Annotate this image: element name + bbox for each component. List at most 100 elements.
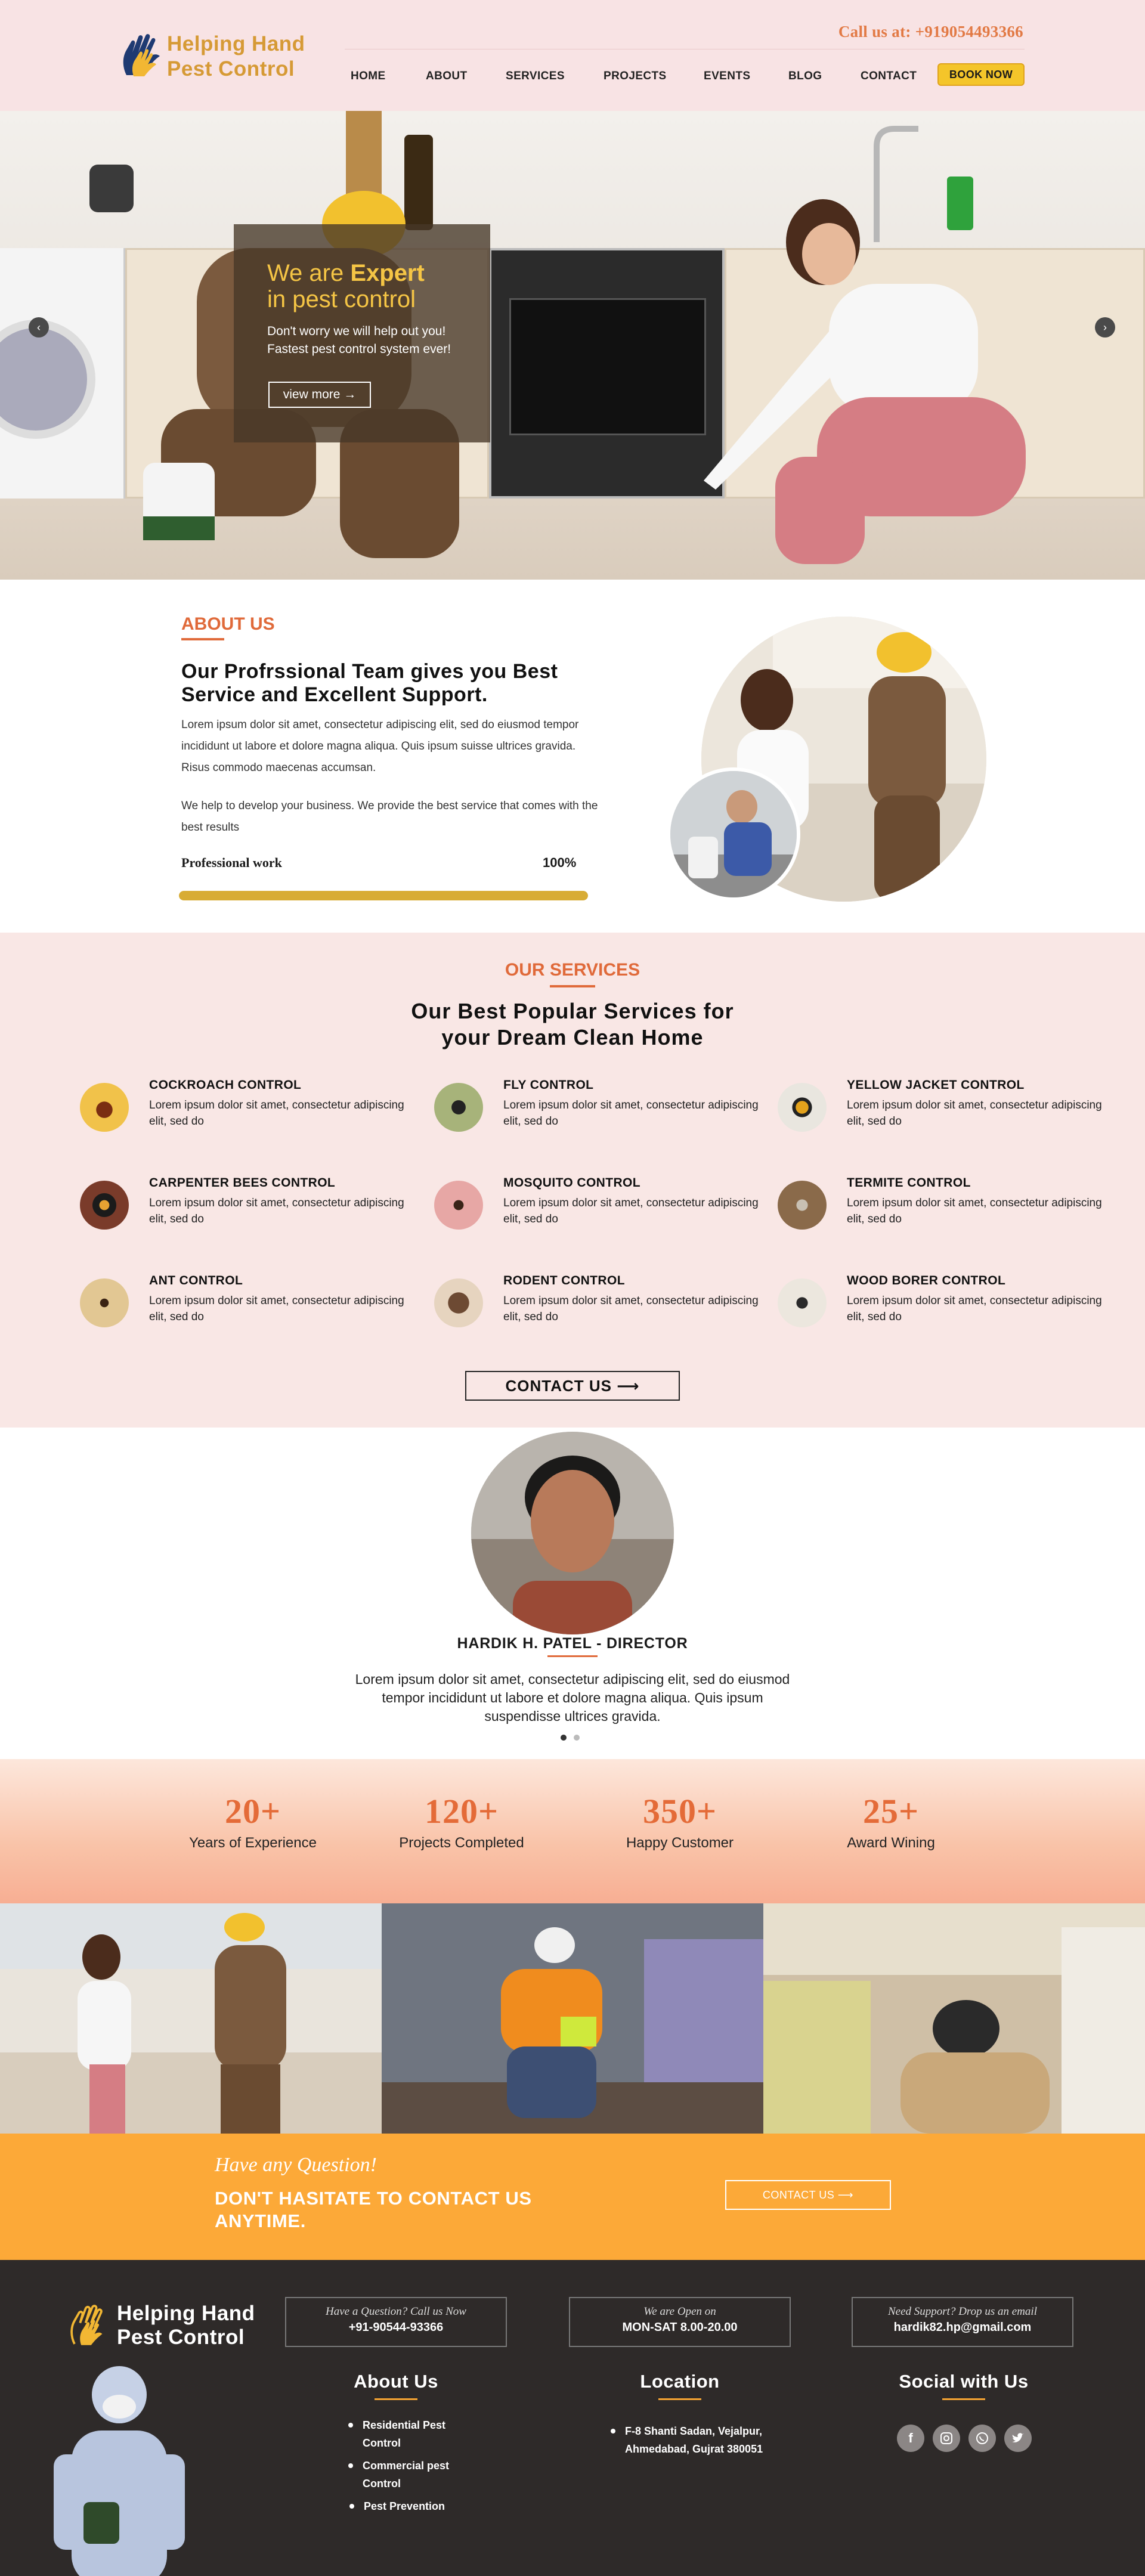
stat-item: 20+ Years of Experience xyxy=(157,1791,348,1852)
footer-call-box: Have a Question? Call us Now +91-90544-9… xyxy=(285,2297,507,2347)
ant-icon xyxy=(80,1278,129,1327)
fly-icon xyxy=(434,1083,483,1132)
skill-progress-bar xyxy=(179,891,588,900)
footer-location-underline xyxy=(658,2398,701,2400)
skill-percent: 100% xyxy=(543,855,577,870)
contact-us-button[interactable]: CONTACT US ⟶ xyxy=(465,1371,680,1401)
testimonial-text: Lorem ipsum dolor sit amet, consectetur … xyxy=(355,1671,790,1724)
hero-subtitle-1: Don't worry we will help out you! xyxy=(267,324,446,338)
chevron-left-icon: ‹ xyxy=(37,321,41,333)
footer-email-label: Need Support? Drop us an email xyxy=(888,2305,1037,2318)
pagination-dot-active[interactable] xyxy=(561,1735,567,1741)
service-desc: Lorem ipsum dolor sit amet, consectetur … xyxy=(503,1295,759,1323)
footer-social-underline xyxy=(942,2398,985,2400)
service-item[interactable]: COCKROACH CONTROL Lorem ipsum dolor sit … xyxy=(80,1078,414,1144)
services-title-line1: Our Best Popular Services for xyxy=(411,999,734,1023)
about-heading-underline xyxy=(181,638,224,640)
site-logo[interactable]: Helping Hand Pest Control xyxy=(118,29,321,88)
service-desc: Lorem ipsum dolor sit amet, consectetur … xyxy=(847,1099,1102,1128)
service-item[interactable]: FLY CONTROL Lorem ipsum dolor sit amet, … xyxy=(434,1078,768,1144)
footer-location-column: Location xyxy=(620,2371,739,2400)
footer-link-commercial[interactable]: Commercial pest Control xyxy=(348,2457,470,2493)
footer-phone[interactable]: +91-90544-93366 xyxy=(286,2321,506,2334)
about-paragraph-2: We help to develop your business. We pro… xyxy=(181,800,598,834)
service-item[interactable]: YELLOW JACKET CONTROL Lorem ipsum dolor … xyxy=(778,1078,1112,1144)
footer-link-prevention[interactable]: Pest Prevention xyxy=(349,2497,483,2515)
cockroach-icon xyxy=(80,1083,129,1132)
cta-contact-button[interactable]: CONTACT US ⟶ xyxy=(725,2180,891,2210)
carpenter-bee-icon xyxy=(80,1181,129,1230)
footer-social-column: Social with Us xyxy=(880,2371,1047,2400)
service-desc: Lorem ipsum dolor sit amet, consectetur … xyxy=(847,1197,1102,1225)
footer-call-label: Have a Question? Call us Now xyxy=(326,2305,466,2318)
service-name: RODENT CONTROL xyxy=(503,1274,625,1287)
service-desc: Lorem ipsum dolor sit amet, consectetur … xyxy=(149,1099,404,1128)
gallery-image-1 xyxy=(0,1903,382,2134)
nav-projects[interactable]: PROJECTS xyxy=(604,70,667,83)
testimonial-name: HARDIK H. PATEL - DIRECTOR xyxy=(457,1635,688,1652)
call-us-text[interactable]: Call us at: +919054493366 xyxy=(838,23,1023,41)
hero-title: We are Expert xyxy=(267,260,425,287)
nav-contact[interactable]: CONTACT xyxy=(861,70,917,83)
nav-events[interactable]: EVENTS xyxy=(704,70,750,83)
carousel-next-button[interactable]: › xyxy=(1095,317,1115,338)
testimonial-section: HARDIK H. PATEL - DIRECTOR Lorem ipsum d… xyxy=(0,1428,1145,1759)
stat-value: 25+ xyxy=(862,1792,920,1831)
cta-headline: DON'T HASITATE TO CONTACT US ANYTIME. xyxy=(215,2188,532,2231)
service-item[interactable]: MOSQUITO CONTROL Lorem ipsum dolor sit a… xyxy=(434,1176,768,1241)
stat-item: 350+ Happy Customer xyxy=(584,1791,775,1852)
services-heading: OUR SERVICES xyxy=(505,960,640,980)
footer-email[interactable]: hardik82.hp@gmail.com xyxy=(853,2321,1072,2334)
cta-question: Have any Question! xyxy=(215,2154,377,2176)
instagram-icon[interactable] xyxy=(933,2425,960,2452)
skill-label: Professional work xyxy=(181,855,282,870)
service-item[interactable]: CARPENTER BEES CONTROL Lorem ipsum dolor… xyxy=(80,1176,414,1241)
service-desc: Lorem ipsum dolor sit amet, consectetur … xyxy=(503,1099,759,1128)
footer-logo-line1: Helping Hand xyxy=(117,2302,255,2325)
about-section: ABOUT US Our Profrssional Team gives you… xyxy=(0,580,1145,933)
about-image-small xyxy=(667,767,800,901)
hero-caption-box: We are Expert in pest control Don't worr… xyxy=(234,224,490,442)
service-desc: Lorem ipsum dolor sit amet, consectetur … xyxy=(149,1197,404,1225)
footer-hours: MON-SAT 8.00-20.00 xyxy=(622,2321,738,2334)
testimonial-pagination xyxy=(561,1735,580,1741)
book-now-button[interactable]: BOOK NOW xyxy=(937,63,1025,86)
footer-about-column: About Us xyxy=(336,2371,456,2400)
services-title-line2: your Dream Clean Home xyxy=(441,1025,704,1049)
hero-title-line2: in pest control xyxy=(267,286,416,312)
pagination-dot[interactable] xyxy=(574,1735,580,1741)
service-name: WOOD BORER CONTROL xyxy=(847,1274,1006,1287)
nav-home[interactable]: HOME xyxy=(351,70,386,83)
service-item[interactable]: WOOD BORER CONTROL Lorem ipsum dolor sit… xyxy=(778,1274,1112,1339)
about-heading: ABOUT US xyxy=(181,614,275,634)
stat-label: Projects Completed xyxy=(399,1835,524,1851)
nav-about[interactable]: ABOUT xyxy=(426,70,468,83)
about-paragraph-1: Lorem ipsum dolor sit amet, consectetur … xyxy=(181,719,579,774)
footer-logo[interactable]: Helping Hand Pest Control xyxy=(67,2302,281,2355)
footer-link-residential[interactable]: Residential Pest Control xyxy=(348,2416,470,2452)
footer-email-box: Need Support? Drop us an email hardik82.… xyxy=(852,2297,1073,2347)
footer-logo-line2: Pest Control xyxy=(117,2326,245,2349)
whatsapp-icon[interactable] xyxy=(968,2425,996,2452)
washing-machine xyxy=(0,248,125,499)
service-name: FLY CONTROL xyxy=(503,1078,594,1092)
gallery-image-3 xyxy=(763,1903,1145,2134)
twitter-icon[interactable] xyxy=(1004,2425,1032,2452)
stat-value: 350+ xyxy=(642,1792,717,1831)
view-more-button[interactable]: view more → xyxy=(268,382,371,408)
service-item[interactable]: TERMITE CONTROL Lorem ipsum dolor sit am… xyxy=(778,1176,1112,1241)
footer-address: F-8 Shanti Sadan, Vejalpur, Ahmedabad, G… xyxy=(611,2422,780,2458)
footer-worker-illustration xyxy=(54,2366,185,2576)
services-section: OUR SERVICES Our Best Popular Services f… xyxy=(0,933,1145,1428)
facebook-icon[interactable]: f xyxy=(897,2425,924,2452)
service-item[interactable]: ANT CONTROL Lorem ipsum dolor sit amet, … xyxy=(80,1274,414,1339)
service-item[interactable]: RODENT CONTROL Lorem ipsum dolor sit ame… xyxy=(434,1274,768,1339)
gallery-image-2 xyxy=(382,1903,763,2134)
footer-hours-box: We are Open on MON-SAT 8.00-20.00 xyxy=(569,2297,791,2347)
nav-services[interactable]: SERVICES xyxy=(506,70,565,83)
stat-label: Happy Customer xyxy=(626,1835,734,1851)
yellow-jacket-icon xyxy=(778,1083,827,1132)
stat-label: Award Wining xyxy=(847,1835,935,1851)
carousel-prev-button[interactable]: ‹ xyxy=(29,317,49,338)
nav-blog[interactable]: BLOG xyxy=(788,70,822,83)
